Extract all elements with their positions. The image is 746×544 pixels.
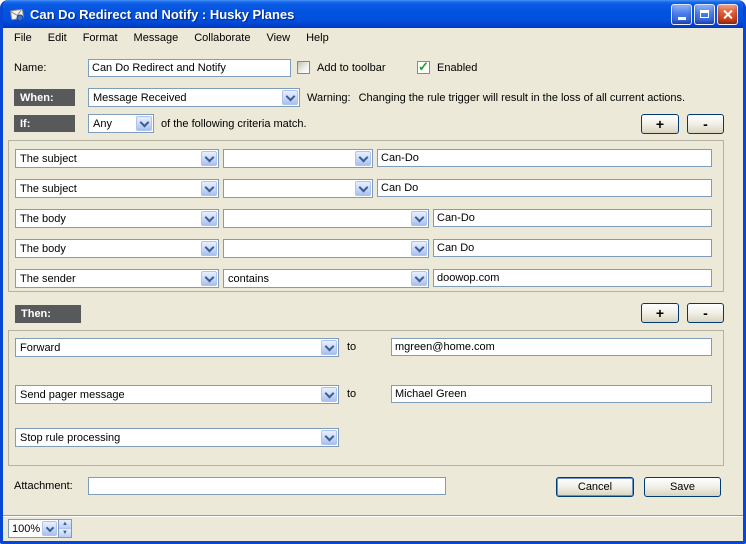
close-button[interactable] <box>717 4 738 25</box>
chevron-down-icon <box>136 116 152 131</box>
criteria-operator-select[interactable] <box>223 149 373 168</box>
criteria-field-select[interactable]: The body <box>15 239 219 258</box>
name-input[interactable] <box>88 59 291 77</box>
cancel-button[interactable]: Cancel <box>556 477 634 497</box>
action-connector-label: to <box>347 388 356 400</box>
criteria-value-input[interactable] <box>377 179 712 197</box>
chevron-down-icon <box>282 90 298 105</box>
enabled-checkbox[interactable]: ✓ <box>417 61 430 74</box>
zoom-value: 100% <box>9 520 41 537</box>
chevron-down-icon <box>321 340 337 355</box>
title-bar: Can Do Redirect and Notify : Husky Plane… <box>3 0 743 28</box>
when-label: When: <box>14 89 75 106</box>
client-area: Name: Add to toolbar ✓ Enabled When: Mes… <box>3 48 743 515</box>
action-connector-label: to <box>347 341 356 353</box>
criteria-operator-value: contains <box>224 273 410 285</box>
zoom-spinner[interactable]: ▲ ▼ <box>58 520 71 537</box>
chevron-down-icon <box>411 271 427 286</box>
menu-item-help[interactable]: Help <box>298 30 337 46</box>
menu-bar: File Edit Format Message Collaborate Vie… <box>3 28 743 48</box>
action-select[interactable]: Send pager message <box>15 385 339 404</box>
enabled-label: Enabled <box>437 62 477 74</box>
criteria-operator-select[interactable] <box>223 239 429 258</box>
chevron-down-icon <box>201 181 217 196</box>
add-action-button[interactable]: + <box>641 303 679 323</box>
action-value: Stop rule processing <box>16 432 320 444</box>
window-title: Can Do Redirect and Notify : Husky Plane… <box>30 7 671 22</box>
maximize-icon <box>700 10 709 18</box>
criteria-field-select[interactable]: The subject <box>15 149 219 168</box>
zoom-control[interactable]: 100% ▲ ▼ <box>8 519 72 538</box>
criteria-field-value: The subject <box>16 183 200 195</box>
menu-item-collaborate[interactable]: Collaborate <box>186 30 258 46</box>
action-select[interactable]: Stop rule processing <box>15 428 339 447</box>
chevron-down-icon <box>201 211 217 226</box>
save-button[interactable]: Save <box>644 477 721 497</box>
when-trigger-select[interactable]: Message Received <box>88 88 300 107</box>
criteria-operator-select[interactable]: contains <box>223 269 429 288</box>
menu-item-message[interactable]: Message <box>126 30 187 46</box>
menu-item-view[interactable]: View <box>258 30 298 46</box>
criteria-panel: The subject The subject <box>8 140 724 292</box>
chevron-down-icon <box>321 387 337 402</box>
criteria-field-select[interactable]: The subject <box>15 179 219 198</box>
remove-criteria-button[interactable]: - <box>687 114 724 134</box>
maximize-button[interactable] <box>694 4 715 25</box>
app-icon <box>9 6 26 23</box>
if-label: If: <box>14 115 75 132</box>
criteria-field-value: The body <box>16 213 200 225</box>
chevron-down-icon <box>201 271 217 286</box>
triangle-up-icon[interactable]: ▲ <box>59 520 71 529</box>
attachment-input[interactable] <box>88 477 446 495</box>
action-select[interactable]: Forward <box>15 338 339 357</box>
chevron-down-icon <box>321 430 337 445</box>
close-icon <box>722 9 733 20</box>
when-trigger-value: Message Received <box>89 92 281 104</box>
actions-panel: Forward to Send pager message to Stop ru… <box>8 330 724 466</box>
criteria-field-value: The body <box>16 243 200 255</box>
criteria-field-select[interactable]: The sender <box>15 269 219 288</box>
criteria-value-input[interactable] <box>433 269 712 287</box>
match-mode-select[interactable]: Any <box>88 114 154 133</box>
chevron-down-icon <box>355 181 371 196</box>
add-to-toolbar-checkbox[interactable] <box>297 61 310 74</box>
triangle-down-icon[interactable]: ▼ <box>59 529 71 537</box>
criteria-value-input[interactable] <box>433 239 712 257</box>
add-to-toolbar-label: Add to toolbar <box>317 62 386 74</box>
criteria-operator-select[interactable] <box>223 179 373 198</box>
menu-item-edit[interactable]: Edit <box>40 30 75 46</box>
chevron-down-icon[interactable] <box>42 521 57 536</box>
criteria-value-input[interactable] <box>433 209 712 227</box>
criteria-field-value: The sender <box>16 273 200 285</box>
rule-editor-window: Can Do Redirect and Notify : Husky Plane… <box>0 0 746 544</box>
minimize-button[interactable] <box>671 4 692 25</box>
checkmark-icon: ✓ <box>418 60 429 73</box>
remove-action-button[interactable]: - <box>687 303 724 323</box>
menu-item-file[interactable]: File <box>6 30 40 46</box>
chevron-down-icon <box>201 241 217 256</box>
match-mode-value: Any <box>89 118 135 130</box>
minimize-icon <box>678 17 686 20</box>
action-value: Forward <box>16 342 320 354</box>
name-label: Name: <box>14 62 46 74</box>
menu-item-format[interactable]: Format <box>75 30 126 46</box>
criteria-field-select[interactable]: The body <box>15 209 219 228</box>
chevron-down-icon <box>201 151 217 166</box>
status-bar: 100% ▲ ▼ <box>3 515 743 541</box>
criteria-field-value: The subject <box>16 153 200 165</box>
trigger-warning-text: Warning:Changing the rule trigger will r… <box>307 92 685 104</box>
match-mode-suffix: of the following criteria match. <box>161 118 307 130</box>
criteria-value-input[interactable] <box>377 149 712 167</box>
action-target-input[interactable] <box>391 385 712 403</box>
chevron-down-icon <box>411 211 427 226</box>
action-value: Send pager message <box>16 389 320 401</box>
add-criteria-button[interactable]: + <box>641 114 679 134</box>
chevron-down-icon <box>355 151 371 166</box>
chevron-down-icon <box>411 241 427 256</box>
then-label: Then: <box>15 305 81 323</box>
action-target-input[interactable] <box>391 338 712 356</box>
criteria-operator-select[interactable] <box>223 209 429 228</box>
attachment-label: Attachment: <box>14 480 73 492</box>
